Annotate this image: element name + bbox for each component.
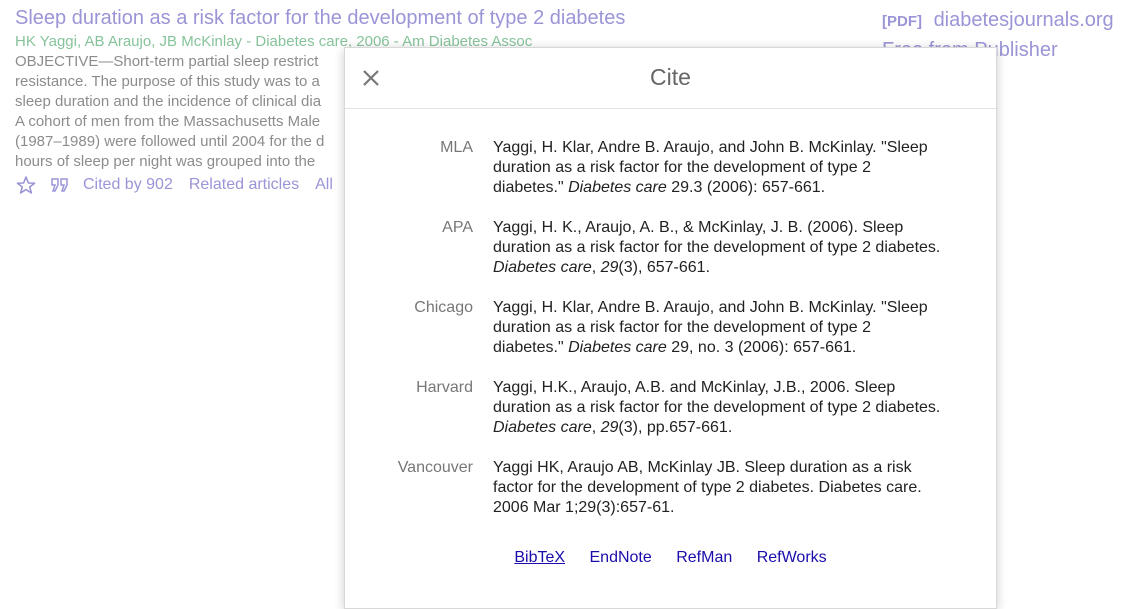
pdf-tag: [PDF]	[882, 13, 922, 30]
citation-row-harvard: Harvard Yaggi, H.K., Araujo, A.B. and Mc…	[345, 378, 996, 438]
citation-text[interactable]: Yaggi, H.K., Araujo, A.B. and McKinlay, …	[493, 378, 943, 438]
cited-by-link[interactable]: Cited by 902	[83, 176, 173, 194]
snippet-line: sleep duration and the incidence of clin…	[15, 93, 322, 110]
snippet-line: A cohort of men from the Massachusetts M…	[15, 113, 321, 130]
citation-text[interactable]: Yaggi, H. Klar, Andre B. Araujo, and Joh…	[493, 298, 943, 358]
related-articles-link[interactable]: Related articles	[189, 176, 299, 194]
citation-table: MLA Yaggi, H. Klar, Andre B. Araujo, and…	[345, 138, 996, 538]
star-icon[interactable]	[15, 175, 37, 195]
snippet-line: (1987–1989) were followed until 2004 for…	[15, 133, 325, 150]
citation-row-mla: MLA Yaggi, H. Klar, Andre B. Araujo, and…	[345, 138, 996, 198]
refworks-link[interactable]: RefWorks	[757, 549, 827, 566]
citation-style-label: Harvard	[416, 379, 473, 396]
cite-dialog: Cite MLA Yaggi, H. Klar, Andre B. Araujo…	[344, 47, 997, 609]
citation-row-vancouver: Vancouver Yaggi HK, Araujo AB, McKinlay …	[345, 458, 996, 518]
bibtex-link[interactable]: BibTeX	[514, 549, 565, 566]
citation-row-chicago: Chicago Yaggi, H. Klar, Andre B. Araujo,…	[345, 298, 996, 358]
result-title-link[interactable]: Sleep duration as a risk factor for the …	[15, 6, 865, 30]
cite-quote-icon[interactable]	[49, 175, 71, 195]
citation-text[interactable]: Yaggi, H. K., Araujo, A. B., & McKinlay,…	[493, 218, 943, 278]
refman-link[interactable]: RefMan	[676, 549, 732, 566]
dialog-title: Cite	[650, 64, 691, 90]
snippet-line: OBJECTIVE—Short-term partial sleep restr…	[15, 53, 319, 70]
snippet-line: resistance. The purpose of this study wa…	[15, 73, 320, 90]
citation-style-label: MLA	[440, 139, 473, 156]
endnote-link[interactable]: EndNote	[590, 549, 652, 566]
snippet-line: hours of sleep per night was grouped int…	[15, 153, 316, 170]
citation-text[interactable]: Yaggi, H. Klar, Andre B. Araujo, and Joh…	[493, 138, 943, 198]
citation-style-label: Vancouver	[397, 459, 473, 476]
citation-style-label: APA	[442, 219, 473, 236]
dialog-header: Cite	[345, 48, 996, 109]
all-versions-link[interactable]: All	[315, 176, 333, 194]
pdf-domain-link[interactable]: diabetesjournals.org	[934, 9, 1114, 31]
export-links: BibTeX EndNote RefMan RefWorks	[345, 549, 996, 567]
citation-text[interactable]: Yaggi HK, Araujo AB, McKinlay JB. Sleep …	[493, 458, 943, 518]
citation-style-label: Chicago	[414, 299, 473, 316]
citation-row-apa: APA Yaggi, H. K., Araujo, A. B., & McKin…	[345, 218, 996, 278]
